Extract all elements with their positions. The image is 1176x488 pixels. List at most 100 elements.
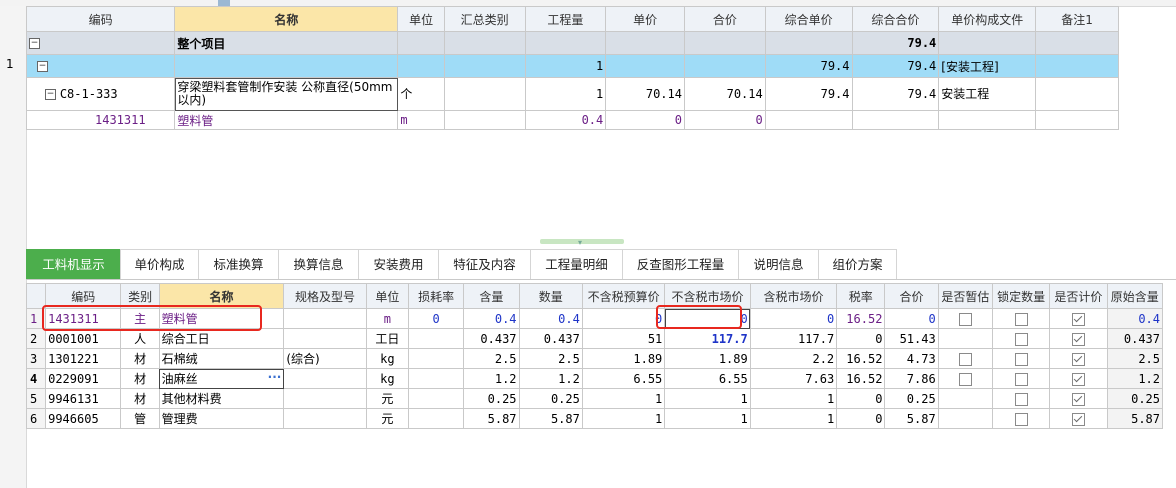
resource-amount[interactable]: 7.86 <box>884 368 939 389</box>
resource-code[interactable]: 1431311 <box>45 308 122 329</box>
col-header-spec[interactable]: 规格及型号 <box>283 283 367 309</box>
resource-amount[interactable]: 0.25 <box>884 388 939 409</box>
resource-market-price[interactable]: 1 <box>664 388 751 409</box>
resource-amount[interactable]: 5.87 <box>884 408 939 429</box>
item-row-name[interactable]: 穿梁塑料套管制作安装 公称直径(50mm以内) <box>174 77 399 111</box>
resource-market-price[interactable]: 117.7 <box>664 328 751 349</box>
resource-category[interactable]: 管 <box>120 408 160 429</box>
tab-unit-price-composition[interactable]: 单价构成 <box>120 249 199 279</box>
col-header-composite-unit-price[interactable]: 综合单价 <box>764 6 853 32</box>
resource-budget-price[interactable]: 6.55 <box>581 368 666 389</box>
col-header-unit-price[interactable]: 单价 <box>605 6 685 32</box>
col-header-amount[interactable]: 合价 <box>683 6 766 32</box>
col-header-original-content[interactable]: 原始含量 <box>1106 283 1164 309</box>
resource-tax-rate[interactable]: 16.52 <box>836 368 886 389</box>
resource-loss-rate[interactable] <box>407 368 465 389</box>
resource-code[interactable]: 0229091 <box>45 368 122 389</box>
resource-spec[interactable] <box>283 328 367 349</box>
material-row[interactable]: 1431311 塑料管 m 0.4 0 0 <box>25 110 1119 130</box>
checked-checkbox[interactable] <box>1071 412 1085 426</box>
col-header-quantity[interactable]: 数量 <box>518 283 583 309</box>
resource-code[interactable]: 9946605 <box>45 408 122 429</box>
col-header-tax-rate[interactable]: 税率 <box>836 283 886 309</box>
material-row-quantity[interactable]: 0.4 <box>524 110 607 130</box>
resource-market-price-incl-tax[interactable]: 1 <box>749 408 838 429</box>
col-header-remark[interactable]: 备注1 <box>1035 6 1119 32</box>
resource-market-price[interactable]: 1 <box>664 408 751 429</box>
checkbox[interactable] <box>1014 352 1028 366</box>
checkbox[interactable] <box>1014 392 1028 406</box>
resource-tax-rate[interactable]: 0 <box>836 408 886 429</box>
resource-market-price-incl-tax[interactable]: 117.7 <box>749 328 838 349</box>
resource-name[interactable]: 石棉绒 <box>158 348 285 369</box>
resource-content[interactable]: 2.5 <box>463 348 520 369</box>
resource-market-price[interactable]: 6.55 <box>664 368 751 389</box>
resource-quantity[interactable]: 0.4 <box>518 308 583 329</box>
checkbox[interactable] <box>958 352 972 366</box>
item-row[interactable]: − C8-1-333 穿梁塑料套管制作安装 公称直径(50mm以内) 个 1 7… <box>25 77 1119 111</box>
tab-reverse-graphic-quantity[interactable]: 反查图形工程量 <box>622 249 739 279</box>
tab-description-info[interactable]: 说明信息 <box>738 249 819 279</box>
tab-labor-material-machine[interactable]: 工料机显示 <box>26 249 121 279</box>
col-header-lock-quantity[interactable]: 锁定数量 <box>991 283 1051 309</box>
section-row-code[interactable]: − <box>25 54 176 78</box>
resource-content[interactable]: 0.4 <box>463 308 520 329</box>
resource-unit[interactable]: m <box>365 308 409 329</box>
col-header-composite-amount[interactable]: 综合合价 <box>851 6 940 32</box>
tab-standard-conversion[interactable]: 标准换算 <box>198 249 279 279</box>
col-header-loss-rate[interactable]: 损耗率 <box>407 283 465 309</box>
material-row-code[interactable]: 1431311 <box>25 110 176 130</box>
checkbox[interactable] <box>1014 412 1028 426</box>
tab-pricing-scheme[interactable]: 组价方案 <box>818 249 897 279</box>
col-header-budget-price-excl-tax[interactable]: 不含税预算价 <box>581 283 666 309</box>
resource-market-price[interactable]: 1.89 <box>664 348 751 369</box>
resource-loss-rate[interactable] <box>407 328 465 349</box>
resource-row[interactable]: 2 0001001 人综合工日 工日 0.437 0.437 51 117.7 117.7 0 51… <box>25 328 1164 349</box>
resource-row[interactable]: 5 9946131 材其他材料费元 0.25 0.25 1 1 1 0 0.25 0.25 <box>25 388 1164 409</box>
resource-budget-price[interactable]: 0 <box>581 308 666 329</box>
item-row-quantity[interactable]: 1 <box>524 77 607 111</box>
resource-loss-rate[interactable] <box>407 408 465 429</box>
col-header-amount[interactable]: 合价 <box>884 283 939 309</box>
col-header-summary-category[interactable]: 汇总类别 <box>443 6 526 32</box>
resource-quantity[interactable]: 1.2 <box>518 368 583 389</box>
resource-category[interactable]: 材 <box>120 348 160 369</box>
item-row-price-file[interactable]: 安装工程 <box>938 77 1037 111</box>
item-row-unit[interactable]: 个 <box>397 77 445 111</box>
col-header-content[interactable]: 含量 <box>463 283 520 309</box>
resource-spec[interactable] <box>283 368 367 389</box>
col-header-quantity[interactable]: 工程量 <box>524 6 607 32</box>
resource-name[interactable]: 管理费 <box>158 408 285 429</box>
col-header-name[interactable]: 名称 <box>158 283 285 309</box>
resource-budget-price[interactable]: 1 <box>581 388 666 409</box>
resource-spec[interactable] <box>283 308 367 329</box>
col-header-market-price-excl-tax[interactable]: 不含税市场价 <box>664 283 751 309</box>
resource-amount[interactable]: 0 <box>884 308 939 329</box>
resource-content[interactable]: 5.87 <box>463 408 520 429</box>
col-header-market-price-incl-tax[interactable]: 含税市场价 <box>749 283 838 309</box>
resource-budget-price[interactable]: 1 <box>581 408 666 429</box>
section-row-quantity[interactable]: 1 <box>524 54 607 78</box>
resource-amount[interactable]: 4.73 <box>884 348 939 369</box>
collapse-icon[interactable]: − <box>29 38 40 49</box>
resource-amount[interactable]: 51.43 <box>884 328 939 349</box>
checked-checkbox[interactable] <box>1071 312 1085 326</box>
total-row[interactable]: − 整个项目 79.4 <box>25 31 1119 55</box>
resource-spec[interactable] <box>283 408 367 429</box>
resource-market-price-incl-tax[interactable]: 0 <box>749 308 838 329</box>
checkbox[interactable] <box>1014 332 1028 346</box>
resource-code[interactable]: 9946131 <box>45 388 122 409</box>
resource-spec[interactable]: (综合) <box>283 348 367 369</box>
resource-name[interactable]: 其他材料费 <box>158 388 285 409</box>
resource-category[interactable]: 人 <box>120 328 160 349</box>
more-options-icon[interactable]: ··· <box>268 370 282 384</box>
checked-checkbox[interactable] <box>1071 392 1085 406</box>
resource-loss-rate[interactable] <box>407 388 465 409</box>
resource-quantity[interactable]: 5.87 <box>518 408 583 429</box>
resource-unit[interactable]: kg <box>365 348 409 369</box>
resource-name[interactable]: 综合工日 <box>158 328 285 349</box>
section-row-price-file[interactable]: [安装工程] <box>938 54 1037 78</box>
resource-code[interactable]: 1301221 <box>45 348 122 369</box>
tab-installation-fee[interactable]: 安装费用 <box>358 249 439 279</box>
material-row-name[interactable]: 塑料管 <box>174 110 399 130</box>
